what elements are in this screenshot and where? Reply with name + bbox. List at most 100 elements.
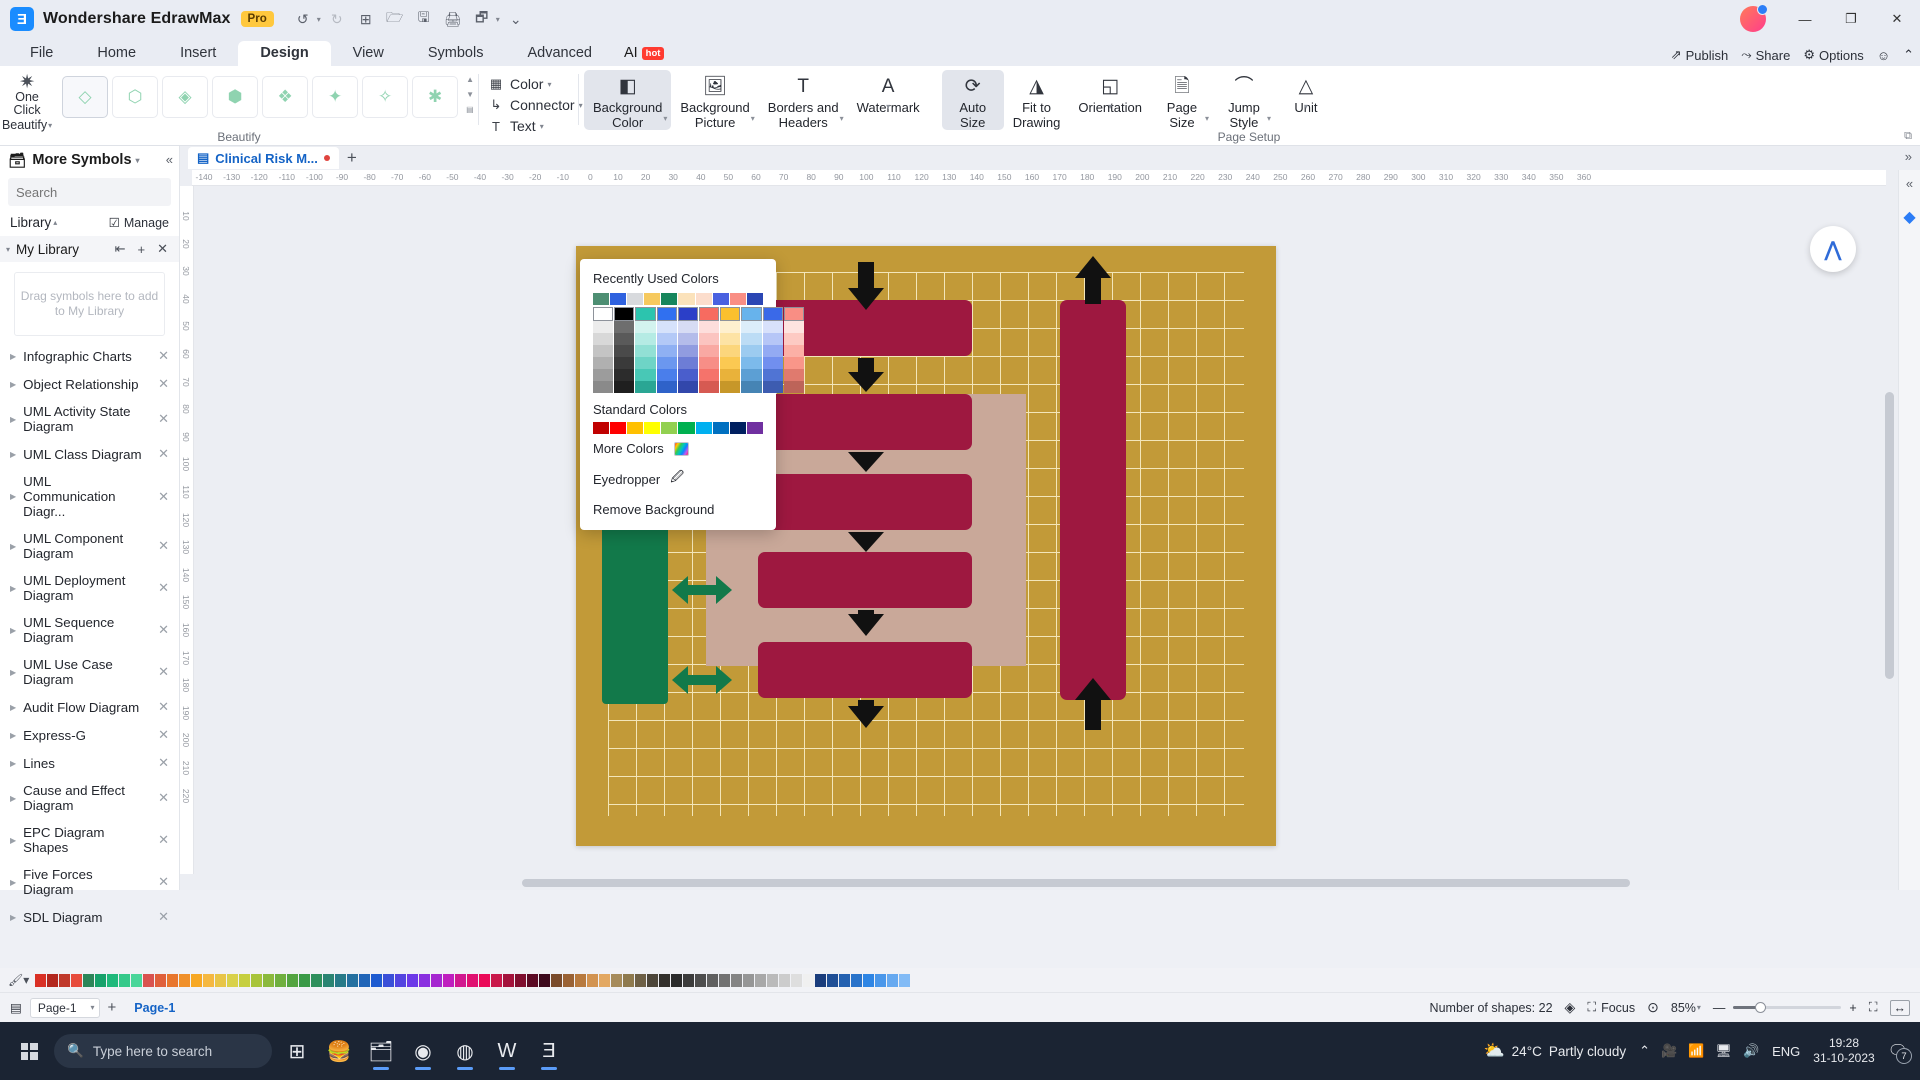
quick-color-25[interactable] bbox=[335, 974, 346, 987]
palette-swatch-4-2[interactable] bbox=[678, 333, 698, 345]
add-library-icon[interactable]: + bbox=[135, 242, 149, 257]
library-dropzone[interactable]: Drag symbols here to add to My Library bbox=[14, 272, 165, 336]
quick-color-34[interactable] bbox=[443, 974, 454, 987]
recent-swatch-0[interactable] bbox=[593, 293, 609, 305]
tab-advanced[interactable]: Advanced bbox=[505, 41, 614, 66]
quick-color-71[interactable] bbox=[887, 974, 898, 987]
chevron-right-icon[interactable]: ▶ bbox=[10, 836, 16, 845]
drawing-canvas[interactable]: ⋀ bbox=[194, 186, 1898, 874]
recent-swatch-8[interactable] bbox=[730, 293, 746, 305]
eyedropper-item[interactable]: Eyedropper 🖉 bbox=[593, 461, 763, 495]
background-color-dropdown[interactable]: Recently Used Colors Standard Colors Mor… bbox=[580, 259, 776, 530]
my-library-row[interactable]: ▾ My Library ⇤ + ✕ bbox=[0, 236, 179, 262]
canvas-horizontal-scrollbar[interactable] bbox=[380, 879, 1800, 887]
close-category-icon[interactable]: ✕ bbox=[158, 411, 169, 427]
borders-and-headers-button[interactable]: TBorders andHeaders▾ bbox=[759, 70, 848, 130]
palette-swatch-8-1[interactable] bbox=[763, 321, 783, 333]
quick-color-40[interactable] bbox=[515, 974, 526, 987]
recently-used-swatches[interactable] bbox=[593, 293, 763, 305]
quick-color-palette[interactable]: 🖌▾ bbox=[0, 968, 1920, 992]
palette-swatch-6-6[interactable] bbox=[720, 381, 740, 393]
close-category-icon[interactable]: ✕ bbox=[158, 489, 169, 505]
export-icon[interactable]: 🗗 bbox=[469, 6, 495, 32]
collapse-ribbon-icon[interactable]: ⌃ bbox=[1903, 47, 1914, 63]
manage-button[interactable]: ☑ Manage bbox=[109, 215, 169, 230]
symbol-category-2[interactable]: ▶UML Activity State Diagram✕ bbox=[0, 398, 179, 440]
palette-swatch-2-4[interactable] bbox=[635, 357, 655, 369]
palette-swatch-0-2[interactable] bbox=[593, 333, 613, 345]
quick-color-72[interactable] bbox=[899, 974, 910, 987]
close-button[interactable]: ✕ bbox=[1874, 0, 1920, 38]
chevron-right-icon[interactable]: ▶ bbox=[10, 913, 16, 922]
quick-color-67[interactable] bbox=[839, 974, 850, 987]
quick-color-64[interactable] bbox=[803, 974, 814, 987]
maximize-button[interactable]: ❐ bbox=[1828, 0, 1874, 38]
palette-swatch-7-3[interactable] bbox=[741, 345, 761, 357]
palette-swatch-4-6[interactable] bbox=[678, 381, 698, 393]
chevron-down-icon[interactable]: ▾ bbox=[1205, 111, 1209, 126]
expand-rail-icon[interactable]: « bbox=[1906, 176, 1913, 191]
beautify-gallery[interactable]: ◇⬡◈⬢❖✦✧✱ bbox=[54, 70, 464, 118]
chevron-right-icon[interactable]: ▶ bbox=[10, 794, 16, 803]
file-explorer-icon[interactable]: 🗂 bbox=[360, 1029, 402, 1073]
recent-swatch-3[interactable] bbox=[644, 293, 660, 305]
page-size-button[interactable]: 🗎PageSize▾ bbox=[1151, 70, 1213, 130]
quick-color-59[interactable] bbox=[743, 974, 754, 987]
recent-swatch-5[interactable] bbox=[678, 293, 694, 305]
connector-menu[interactable]: ↳Connector▾ bbox=[488, 97, 583, 113]
symbol-category-6[interactable]: ▶UML Deployment Diagram✕ bbox=[0, 567, 179, 609]
search-input[interactable] bbox=[8, 185, 200, 200]
language-indicator[interactable]: ENG bbox=[1772, 1044, 1800, 1059]
quick-color-42[interactable] bbox=[539, 974, 550, 987]
beautify-style-8[interactable]: ✱ bbox=[412, 76, 458, 118]
quick-color-68[interactable] bbox=[851, 974, 862, 987]
quick-color-47[interactable] bbox=[599, 974, 610, 987]
standard-swatch-2[interactable] bbox=[627, 422, 643, 434]
quick-color-27[interactable] bbox=[359, 974, 370, 987]
recent-swatch-6[interactable] bbox=[696, 293, 712, 305]
taskbar-search[interactable]: 🔍 Type here to search bbox=[54, 1034, 272, 1068]
close-category-icon[interactable]: ✕ bbox=[158, 790, 169, 806]
quick-color-23[interactable] bbox=[311, 974, 322, 987]
tab-insert[interactable]: Insert bbox=[158, 41, 238, 66]
tab-view[interactable]: View bbox=[331, 41, 406, 66]
orientation-button[interactable]: ◱Orientation▾ bbox=[1069, 70, 1151, 115]
quick-color-0[interactable] bbox=[35, 974, 46, 987]
chevron-right-icon[interactable]: ▶ bbox=[10, 450, 16, 459]
gallery-down-icon[interactable]: ▼ bbox=[466, 90, 474, 99]
palette-swatch-6-1[interactable] bbox=[720, 321, 740, 333]
standard-color-swatches[interactable] bbox=[593, 422, 763, 434]
arrow-up-bottom[interactable] bbox=[1085, 698, 1101, 730]
text-menu[interactable]: TText▾ bbox=[488, 118, 583, 134]
undo-icon[interactable]: ↺ bbox=[290, 6, 316, 32]
close-category-icon[interactable]: ✕ bbox=[158, 376, 169, 392]
expand-right-panel-icon[interactable]: » bbox=[1905, 149, 1912, 164]
quick-color-65[interactable] bbox=[815, 974, 826, 987]
symbol-category-5[interactable]: ▶UML Component Diagram✕ bbox=[0, 525, 179, 567]
palette-swatch-8-2[interactable] bbox=[763, 333, 783, 345]
palette-swatch-1-4[interactable] bbox=[614, 357, 634, 369]
palette-swatch-8-4[interactable] bbox=[763, 357, 783, 369]
page-selector[interactable]: Page-1 ▾ bbox=[30, 998, 100, 1018]
symbol-category-13[interactable]: ▶EPC Diagram Shapes✕ bbox=[0, 819, 179, 861]
palette-swatch-9-0[interactable] bbox=[784, 307, 804, 321]
theme-icon[interactable]: ◆ bbox=[1903, 207, 1915, 227]
palette-swatch-7-6[interactable] bbox=[741, 381, 761, 393]
palette-swatch-6-0[interactable] bbox=[720, 307, 740, 321]
palette-swatch-6-3[interactable] bbox=[720, 345, 740, 357]
chevron-down-icon[interactable]: ▾ bbox=[840, 111, 844, 126]
collapse-panel-icon[interactable]: « bbox=[166, 152, 173, 167]
quick-color-15[interactable] bbox=[215, 974, 226, 987]
quick-color-60[interactable] bbox=[755, 974, 766, 987]
quick-color-8[interactable] bbox=[131, 974, 142, 987]
shape-box-5[interactable] bbox=[758, 642, 972, 698]
canvas-vertical-scrollbar[interactable] bbox=[1885, 230, 1894, 854]
palette-swatch-2-3[interactable] bbox=[635, 345, 655, 357]
quick-color-1[interactable] bbox=[47, 974, 58, 987]
close-category-icon[interactable]: ✕ bbox=[158, 909, 169, 925]
edge-icon[interactable]: ◉ bbox=[402, 1029, 444, 1073]
quick-color-58[interactable] bbox=[731, 974, 742, 987]
quick-color-69[interactable] bbox=[863, 974, 874, 987]
redo-icon[interactable]: ↻ bbox=[324, 6, 350, 32]
layers-icon[interactable]: ◈ bbox=[1565, 999, 1576, 1016]
